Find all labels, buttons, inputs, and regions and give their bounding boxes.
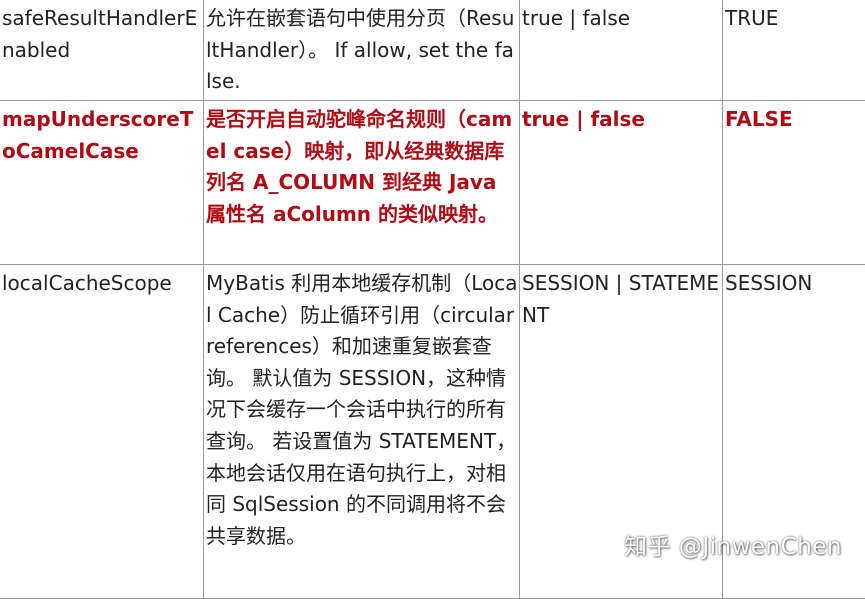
setting-description-cell: MyBatis 利用本地缓存机制（Local Cache）防止循环引用（circ… bbox=[204, 265, 520, 599]
setting-default: SESSION bbox=[725, 268, 865, 300]
setting-default-cell: TRUE bbox=[723, 0, 865, 101]
settings-table: safeResultHandlerEnabled 允许在嵌套语句中使用分页（Re… bbox=[0, 0, 865, 599]
setting-description: 是否开启自动驼峰命名规则（camel case）映射，即从经典数据库列名 A_C… bbox=[206, 104, 518, 230]
setting-description: MyBatis 利用本地缓存机制（Local Cache）防止循环引用（circ… bbox=[206, 268, 518, 552]
setting-name: mapUnderscoreToCamelCase bbox=[2, 104, 202, 167]
setting-name-cell: safeResultHandlerEnabled bbox=[0, 0, 204, 101]
setting-name: localCacheScope bbox=[2, 268, 202, 300]
setting-description-cell: 允许在嵌套语句中使用分页（ResultHandler）。 If allow, s… bbox=[204, 0, 520, 101]
setting-default: FALSE bbox=[725, 104, 865, 136]
zhihu-watermark: 知乎 @JinwenChen bbox=[624, 527, 842, 561]
table-row-highlighted: mapUnderscoreToCamelCase 是否开启自动驼峰命名规则（ca… bbox=[0, 101, 865, 265]
setting-valid-values: true | false bbox=[522, 104, 721, 136]
setting-description-cell: 是否开启自动驼峰命名规则（camel case）映射，即从经典数据库列名 A_C… bbox=[204, 101, 520, 265]
setting-valid-values: true | false bbox=[522, 3, 721, 35]
setting-valid-values-cell: true | false bbox=[520, 101, 723, 265]
setting-name-cell: localCacheScope bbox=[0, 265, 204, 599]
setting-default: TRUE bbox=[725, 3, 865, 35]
setting-default-cell: FALSE bbox=[723, 101, 865, 265]
setting-valid-values: SESSION | STATEMENT bbox=[522, 268, 721, 331]
setting-name-cell: mapUnderscoreToCamelCase bbox=[0, 101, 204, 265]
table-row: safeResultHandlerEnabled 允许在嵌套语句中使用分页（Re… bbox=[0, 0, 865, 101]
setting-description: 允许在嵌套语句中使用分页（ResultHandler）。 If allow, s… bbox=[206, 3, 518, 98]
setting-name: safeResultHandlerEnabled bbox=[2, 3, 202, 66]
setting-valid-values-cell: true | false bbox=[520, 0, 723, 101]
